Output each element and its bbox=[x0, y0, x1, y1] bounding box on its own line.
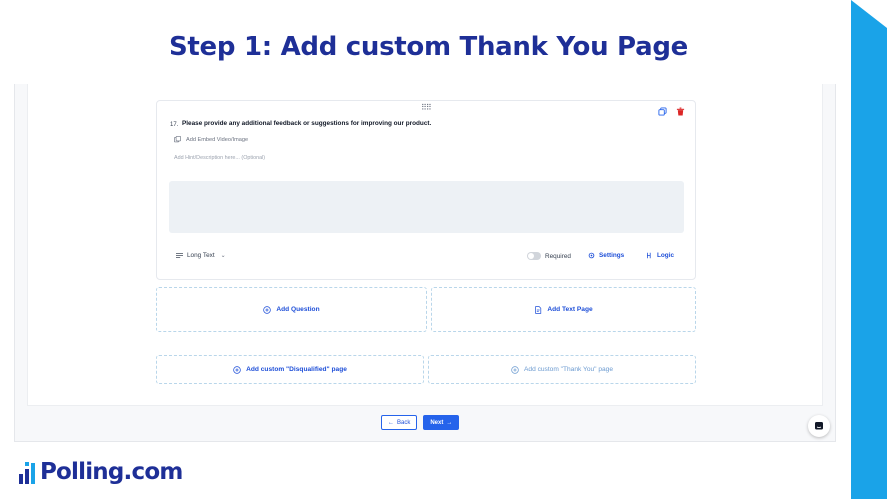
document-icon bbox=[535, 305, 542, 314]
question-text[interactable]: Please provide any additional feedback o… bbox=[182, 120, 431, 127]
back-button[interactable]: ← Back bbox=[381, 415, 418, 430]
add-thank-you-page-button[interactable]: Add custom "Thank You" page bbox=[428, 355, 696, 384]
settings-button[interactable]: Settings bbox=[588, 252, 624, 259]
add-thank-you-label: Add custom "Thank You" page bbox=[524, 366, 613, 373]
add-disqualified-label: Add custom "Disqualified" page bbox=[246, 366, 347, 373]
add-text-page-button[interactable]: Add Text Page bbox=[431, 287, 696, 332]
survey-builder-panel: ⠿⠿ 17. Please provide any additional fee… bbox=[27, 84, 823, 406]
add-question-label: Add Question bbox=[276, 306, 320, 313]
brand-name: Polling.com bbox=[40, 459, 183, 485]
required-label: Required bbox=[545, 252, 571, 260]
long-text-answer-preview bbox=[169, 181, 684, 233]
delete-icon[interactable] bbox=[676, 107, 685, 116]
logic-branch-icon bbox=[647, 252, 651, 259]
add-disqualified-page-button[interactable]: Add custom "Disqualified" page bbox=[156, 355, 424, 384]
question-card[interactable]: ⠿⠿ 17. Please provide any additional fee… bbox=[156, 100, 696, 280]
chat-icon bbox=[815, 422, 823, 430]
drag-handle-icon[interactable]: ⠿⠿ bbox=[421, 103, 432, 112]
settings-label: Settings bbox=[599, 252, 625, 259]
add-embed-label: Add Embed Video/Image bbox=[186, 136, 249, 143]
logic-label: Logic bbox=[657, 252, 675, 259]
plus-circle-icon bbox=[233, 365, 241, 374]
hint-input[interactable]: Add Hint/Description here... (Optional) bbox=[174, 155, 265, 161]
duplicate-icon[interactable] bbox=[658, 107, 667, 116]
lines-icon bbox=[176, 253, 183, 258]
accent-band bbox=[851, 0, 887, 499]
brand-logo: Polling.com bbox=[18, 459, 183, 485]
arrow-left-icon: ← bbox=[388, 419, 394, 426]
question-type-dropdown[interactable]: Long Text ⌄ bbox=[176, 252, 226, 259]
add-embed-button[interactable]: Add Embed Video/Image bbox=[174, 136, 248, 143]
chevron-down-icon: ⌄ bbox=[220, 253, 226, 259]
arrow-right-icon: → bbox=[446, 419, 453, 426]
next-button[interactable]: Next → bbox=[423, 415, 460, 430]
slide-title: Step 1: Add custom Thank You Page bbox=[169, 32, 688, 62]
question-type-label: Long Text bbox=[187, 252, 215, 259]
app-screenshot: ⠿⠿ 17. Please provide any additional fee… bbox=[14, 84, 836, 442]
bar-steps-logo-icon bbox=[19, 462, 35, 484]
plus-circle-icon bbox=[511, 365, 519, 374]
logic-button[interactable]: Logic bbox=[646, 252, 674, 259]
question-number: 17. bbox=[170, 122, 179, 128]
add-question-button[interactable]: Add Question bbox=[156, 287, 427, 332]
add-text-page-label: Add Text Page bbox=[547, 306, 593, 313]
required-toggle[interactable]: Required bbox=[527, 252, 571, 260]
media-icon bbox=[174, 136, 181, 143]
plus-circle-icon bbox=[263, 305, 272, 314]
page-navigation: ← Back Next → bbox=[381, 415, 460, 430]
next-label: Next bbox=[430, 419, 444, 426]
toggle-switch[interactable] bbox=[527, 252, 541, 260]
chat-launcher-button[interactable] bbox=[808, 415, 830, 437]
gear-icon bbox=[588, 252, 595, 259]
back-label: Back bbox=[397, 419, 411, 426]
